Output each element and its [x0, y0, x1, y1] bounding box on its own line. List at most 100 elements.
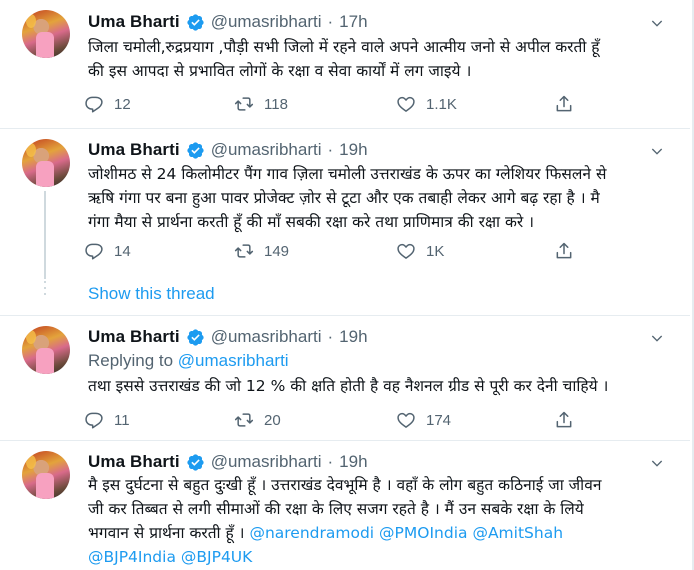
tweet-text-line: जिला चमोली,रुद्रप्रयाग ,पौड़ी सभी जिलो म…: [88, 38, 600, 56]
timestamp[interactable]: 19h: [339, 327, 367, 347]
mention-link[interactable]: @narendramodi: [249, 524, 374, 542]
retweet-button[interactable]: 118: [234, 92, 288, 116]
retweet-button[interactable]: 149: [234, 239, 289, 263]
tweet-text-line: तथा इससे उत्तराखंड की जो 12 % की क्षति ह…: [88, 377, 609, 395]
tweet[interactable]: Uma Bharti @umasribharti · 19h Replying …: [0, 316, 690, 440]
tweet-text-line: ऋषि गंगा पर बना हुआ पावर प्रोजेक्ट ज़ोर …: [88, 189, 600, 207]
author-handle[interactable]: @umasribharti: [211, 12, 322, 32]
tweet-header: Uma Bharti @umasribharti · 19h: [88, 451, 368, 473]
reply-button[interactable]: 11: [84, 408, 130, 432]
replying-to-label: Replying to: [88, 351, 178, 370]
retweet-icon: [234, 241, 254, 261]
mention-link[interactable]: @PMOIndia: [379, 524, 467, 542]
tweet-header: Uma Bharti @umasribharti · 17h: [88, 11, 368, 33]
timestamp[interactable]: 17h: [339, 12, 367, 32]
separator: ·: [327, 140, 334, 159]
tweet-text: जोशीमठ से 24 किलोमीटर पैंग गाव ज़िला चमो…: [88, 162, 678, 234]
replying-to: Replying to @umasribharti: [88, 351, 289, 371]
author-handle[interactable]: @umasribharti: [211, 140, 322, 160]
author-name[interactable]: Uma Bharti: [88, 140, 180, 160]
thread-connector-line: [44, 191, 46, 279]
like-button[interactable]: 1.1K: [396, 92, 457, 116]
mention-link[interactable]: @BJP4India: [88, 548, 176, 566]
author-handle[interactable]: @umasribharti: [211, 327, 322, 347]
more-options-button[interactable]: [644, 12, 670, 34]
reply-icon: [84, 94, 104, 114]
author-handle[interactable]: @umasribharti: [211, 452, 322, 472]
more-options-button[interactable]: [644, 140, 670, 162]
separator: ·: [327, 12, 334, 31]
retweet-icon: [234, 94, 254, 114]
tweet-text-line: की इस आपदा से प्रभावित लोगों के रक्षा व …: [88, 62, 472, 80]
tweet-text: जिला चमोली,रुद्रप्रयाग ,पौड़ी सभी जिलो म…: [88, 35, 678, 83]
retweet-count: 149: [264, 242, 290, 260]
reply-button[interactable]: 12: [84, 92, 131, 116]
reply-icon: [84, 410, 104, 430]
tweet-text-line: जोशीमठ से 24 किलोमीटर पैंग गाव ज़िला चमो…: [88, 165, 607, 183]
more-options-button[interactable]: [644, 327, 670, 349]
tweet-text-line: जी कर तिब्बत से लगी सीमाओं की रक्षा के ल…: [88, 500, 584, 518]
tweet-text: तथा इससे उत्तराखंड की जो 12 % की क्षति ह…: [88, 374, 678, 398]
like-button[interactable]: 1K: [396, 239, 444, 263]
reply-button[interactable]: 14: [84, 239, 131, 263]
chevron-down-icon: [651, 335, 663, 342]
tweet-actions: 11 20 174: [84, 408, 584, 432]
separator: ·: [327, 327, 334, 346]
tweet-header: Uma Bharti @umasribharti · 19h: [88, 139, 368, 161]
thread-dots: [44, 281, 46, 299]
verified-badge-icon: [186, 13, 205, 32]
reply-icon: [84, 241, 104, 261]
share-button[interactable]: [554, 239, 584, 263]
show-thread-link[interactable]: Show this thread: [88, 284, 215, 304]
tweet-text-line: गंगा मैया से प्रार्थना करती हूँ की माँ स…: [88, 213, 535, 231]
replying-to-mention[interactable]: @umasribharti: [178, 351, 289, 370]
heart-icon: [396, 410, 416, 430]
tweet[interactable]: Uma Bharti @umasribharti · 19h मै इस दुर…: [0, 441, 690, 570]
verified-badge-icon: [186, 328, 205, 347]
like-count: 1.1K: [426, 95, 457, 113]
share-icon: [554, 410, 574, 430]
timestamp[interactable]: 19h: [339, 452, 367, 472]
share-icon: [554, 241, 574, 261]
share-button[interactable]: [554, 92, 584, 116]
separator: ·: [327, 452, 334, 471]
reply-count: 14: [114, 242, 131, 260]
tweet-text: मै इस दुर्घटना से बहुत दुःखी हूँ । उत्तर…: [88, 473, 678, 569]
share-icon: [554, 94, 574, 114]
avatar[interactable]: [22, 326, 70, 374]
retweet-count: 118: [264, 95, 288, 113]
verified-badge-icon: [186, 141, 205, 160]
chevron-down-icon: [651, 20, 663, 27]
chevron-down-icon: [651, 460, 663, 467]
tweet[interactable]: Uma Bharti @umasribharti · 17h जिला चमोल…: [0, 0, 690, 128]
avatar[interactable]: [22, 139, 70, 187]
mention-link[interactable]: @BJP4UK: [181, 548, 252, 566]
tweet-actions: 14 149 1K: [84, 239, 584, 263]
like-count: 174: [426, 411, 452, 429]
timestamp[interactable]: 19h: [339, 140, 367, 160]
tweet-text-line: भगवान से प्रार्थना करती हूँ । @narendram…: [88, 521, 678, 545]
author-name[interactable]: Uma Bharti: [88, 12, 180, 32]
tweet-text-fragment: भगवान से प्रार्थना करती हूँ ।: [88, 524, 250, 542]
like-count: 1K: [426, 242, 445, 260]
verified-badge-icon: [186, 453, 205, 472]
mention-link[interactable]: @AmitShah: [472, 524, 563, 542]
tweet-text-line: @BJP4India @BJP4UK: [88, 545, 678, 569]
tweet[interactable]: Uma Bharti @umasribharti · 19h जोशीमठ से…: [0, 129, 690, 315]
avatar[interactable]: [22, 10, 70, 58]
like-button[interactable]: 174: [396, 408, 451, 432]
author-name[interactable]: Uma Bharti: [88, 327, 180, 347]
heart-icon: [396, 94, 416, 114]
reply-count: 12: [114, 95, 131, 113]
chevron-down-icon: [651, 148, 663, 155]
author-name[interactable]: Uma Bharti: [88, 452, 180, 472]
retweet-icon: [234, 410, 254, 430]
retweet-button[interactable]: 20: [234, 408, 281, 432]
more-options-button[interactable]: [644, 452, 670, 474]
tweet-header: Uma Bharti @umasribharti · 19h: [88, 326, 368, 348]
tweet-actions: 12 118 1.1K: [84, 92, 584, 116]
share-button[interactable]: [554, 408, 584, 432]
avatar[interactable]: [22, 451, 70, 499]
retweet-count: 20: [264, 411, 281, 429]
reply-count: 11: [114, 411, 130, 429]
